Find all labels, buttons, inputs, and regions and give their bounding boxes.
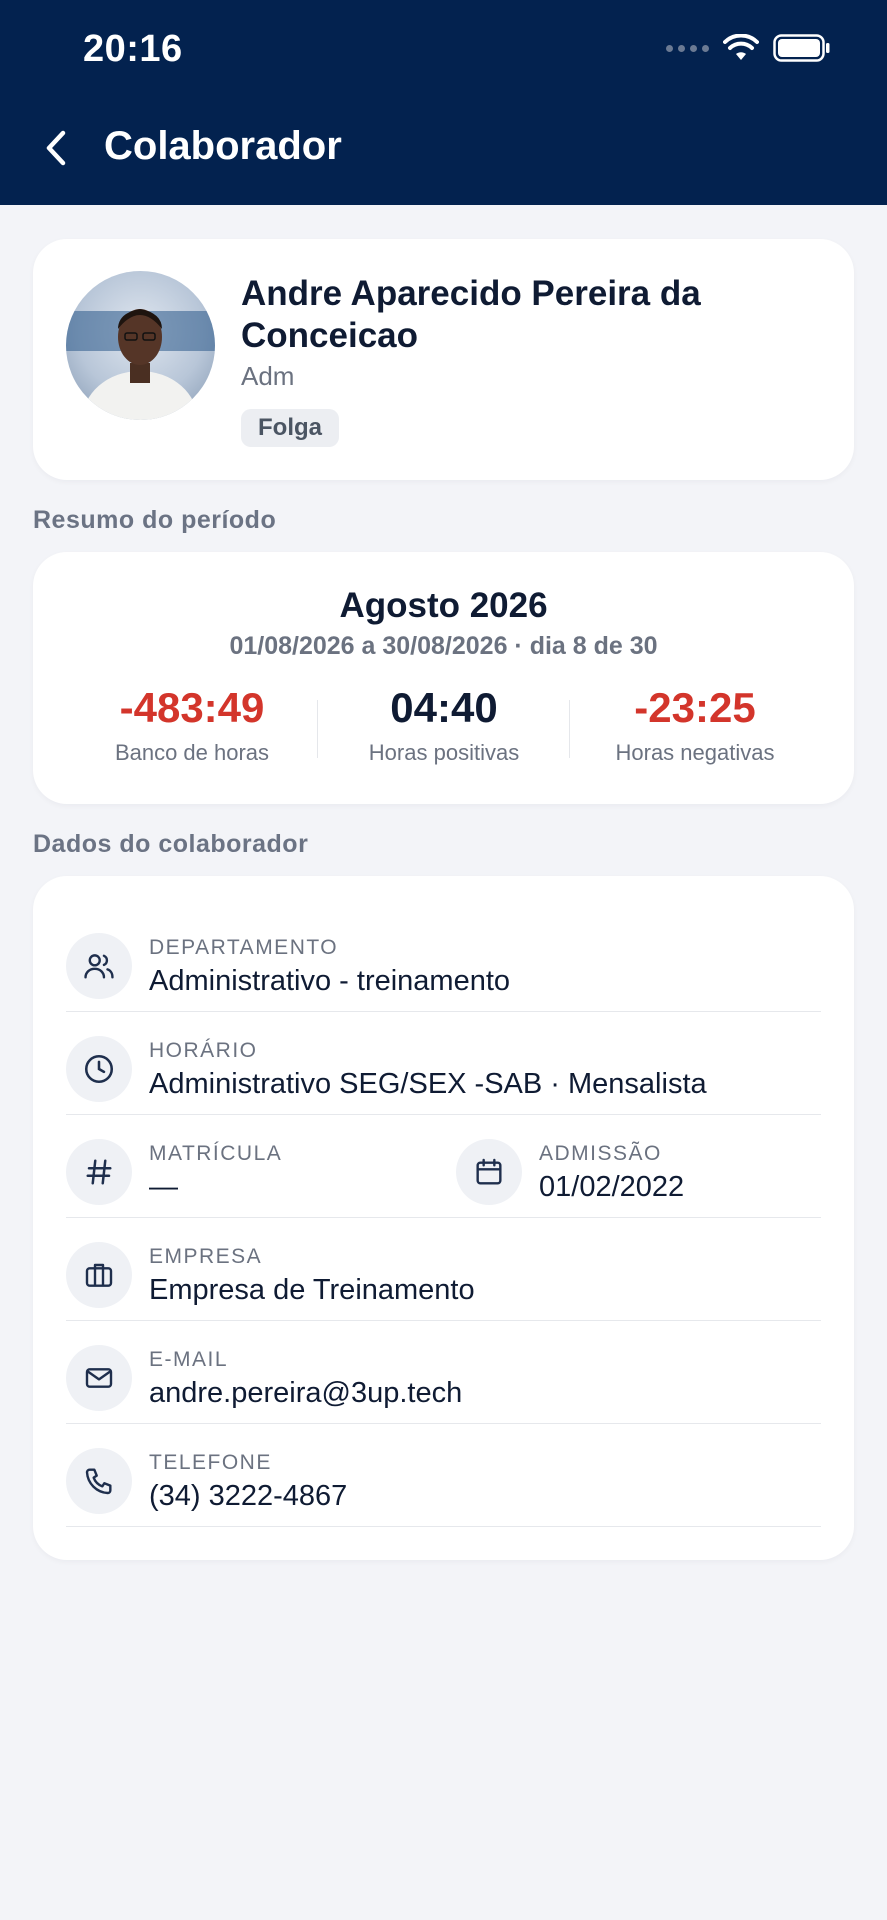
stat-negative-hours: -23:25 Horas negativas: [569, 682, 821, 766]
hash-icon: [66, 1139, 132, 1205]
detail-label: E-MAIL: [149, 1348, 229, 1371]
period-month: Agosto 2026: [339, 586, 548, 625]
phone-icon: [66, 1448, 132, 1514]
detail-row-phone[interactable]: TELEFONE (34) 3222-4867: [66, 1424, 821, 1527]
phone-link[interactable]: (34) 3222-4867: [149, 1480, 347, 1513]
stat-label: Horas positivas: [368, 740, 520, 765]
page-title: Colaborador: [104, 124, 342, 168]
detail-value: —: [149, 1171, 178, 1203]
users-icon: [66, 933, 132, 999]
stat-hour-bank: -483:49 Banco de horas: [66, 682, 318, 766]
status-badge: Folga: [241, 409, 339, 447]
detail-label: ADMISSÃO: [539, 1142, 662, 1165]
detail-label: DEPARTAMENTO: [149, 936, 339, 959]
battery-icon: [773, 34, 830, 62]
summary-card: Agosto 2026 01/08/2026 a 30/08/2026 · di…: [33, 552, 854, 804]
chevron-left-icon: [46, 130, 66, 166]
summary-section-title: Resumo do período: [33, 506, 277, 534]
stat-value: -23:25: [634, 684, 756, 731]
avatar: [66, 271, 215, 420]
back-button[interactable]: [38, 122, 74, 174]
detail-value: 01/02/2022: [539, 1171, 685, 1203]
detail-label: EMPRESA: [149, 1245, 263, 1268]
stat-label: Banco de horas: [114, 740, 270, 765]
details-section-title: Dados do colaborador: [33, 830, 309, 858]
employee-role: Adm: [241, 361, 295, 391]
email-link[interactable]: andre.pereira@3up.tech: [149, 1377, 462, 1410]
calendar-icon: [456, 1139, 522, 1205]
detail-row-registration-admission: MATRÍCULA — ADMISSÃO 01/02/2022: [66, 1115, 821, 1218]
employee-name: Andre Aparecido Pereira da Conceicao: [241, 274, 701, 355]
clock-icon: [66, 1036, 132, 1102]
cellular-signal-icon: [666, 44, 709, 52]
detail-row-email[interactable]: E-MAIL andre.pereira@3up.tech: [66, 1321, 821, 1424]
detail-label: MATRÍCULA: [149, 1142, 283, 1165]
detail-label: TELEFONE: [149, 1451, 272, 1474]
detail-value: Administrativo - treinamento: [149, 965, 511, 997]
detail-label: HORÁRIO: [149, 1039, 258, 1062]
stat-value: 04:40: [390, 684, 498, 731]
detail-row-schedule: HORÁRIO Administrativo SEG/SEX -SAB · Me…: [66, 1012, 821, 1115]
detail-row-department: DEPARTAMENTO Administrativo - treinament…: [66, 909, 821, 1012]
detail-value: Administrativo SEG/SEX -SAB · Mensalista: [149, 1068, 707, 1100]
status-time: 20:16: [83, 28, 183, 70]
stat-label: Horas negativas: [615, 740, 775, 765]
stat-positive-hours: 04:40 Horas positivas: [318, 682, 570, 766]
briefcase-icon: [66, 1242, 132, 1308]
period-range: 01/08/2026 a 30/08/2026 · dia 8 de 30: [229, 632, 658, 660]
detail-value: Empresa de Treinamento: [149, 1274, 475, 1306]
stat-value: -483:49: [119, 684, 265, 731]
detail-row-company: EMPRESA Empresa de Treinamento: [66, 1218, 821, 1321]
status-icons: [666, 34, 831, 62]
wifi-icon: [723, 34, 759, 60]
mail-icon: [66, 1345, 132, 1411]
employee-details-card: DEPARTAMENTO Administrativo - treinament…: [33, 876, 854, 1560]
app-header: 20:16 Colaborador: [0, 0, 887, 205]
profile-card: Andre Aparecido Pereira da Conceicao Adm…: [33, 239, 854, 480]
